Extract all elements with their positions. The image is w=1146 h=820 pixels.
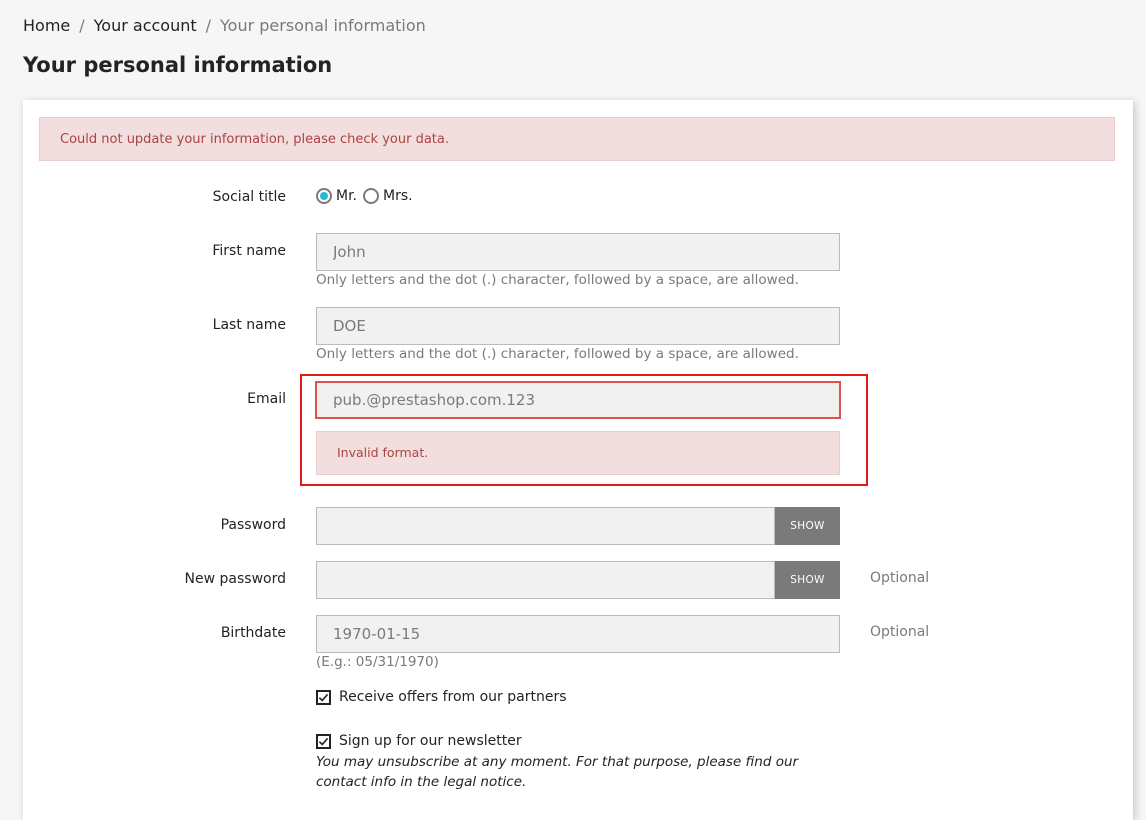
breadcrumb-current: Your personal information: [220, 16, 426, 35]
first-name-help: Only letters and the dot (.) character, …: [316, 272, 799, 288]
newsletter-note: You may unsubscribe at any moment. For t…: [316, 754, 799, 790]
first-name-label: First name: [212, 243, 286, 259]
password-label: Password: [220, 517, 286, 533]
newsletter-row: Sign up for our newsletter: [316, 733, 522, 749]
radio-mrs[interactable]: [363, 188, 379, 204]
partner-offers-label[interactable]: Receive offers from our partners: [339, 689, 567, 705]
partner-offers-row: Receive offers from our partners: [316, 689, 567, 705]
personal-info-form-card: Could not update your information, pleas…: [23, 100, 1133, 820]
new-password-input[interactable]: [316, 561, 775, 599]
radio-mrs-label[interactable]: Mrs.: [383, 188, 413, 204]
breadcrumb-separator: /: [205, 16, 212, 35]
newsletter-label[interactable]: Sign up for our newsletter: [339, 733, 522, 749]
new-password-label: New password: [184, 571, 286, 587]
new-password-show-button[interactable]: SHOW: [775, 561, 840, 599]
checkmark-icon: [318, 693, 329, 702]
email-label: Email: [247, 391, 286, 407]
social-title-radio-group: Mr. Mrs.: [316, 188, 419, 204]
last-name-input[interactable]: [316, 307, 840, 345]
radio-mr[interactable]: [316, 188, 332, 204]
checkmark-icon: [318, 737, 329, 746]
birthdate-label: Birthdate: [220, 625, 286, 641]
birthdate-input[interactable]: [316, 615, 840, 653]
error-alert: Could not update your information, pleas…: [39, 117, 1115, 161]
radio-mr-label[interactable]: Mr.: [336, 188, 357, 204]
breadcrumb-separator: /: [79, 16, 85, 35]
first-name-input[interactable]: [316, 233, 840, 271]
breadcrumb-account-link[interactable]: Your account: [94, 16, 197, 35]
password-input[interactable]: [316, 507, 775, 545]
breadcrumb: Home / Your account / Your personal informat…: [23, 15, 426, 37]
email-error-message: Invalid format.: [316, 431, 840, 475]
email-input[interactable]: [315, 381, 841, 419]
birthdate-help: (E.g.: 05/31/1970): [316, 654, 439, 670]
last-name-label: Last name: [212, 317, 286, 333]
last-name-help: Only letters and the dot (.) character, …: [316, 346, 799, 362]
social-title-label: Social title: [212, 189, 286, 205]
password-show-button[interactable]: SHOW: [775, 507, 840, 545]
birthdate-optional: Optional: [870, 624, 930, 640]
newsletter-checkbox[interactable]: [316, 733, 331, 749]
partner-offers-checkbox[interactable]: [316, 689, 331, 705]
breadcrumb-home-link[interactable]: Home: [23, 16, 70, 35]
new-password-optional: Optional: [870, 570, 930, 586]
page-title: Your personal information: [23, 53, 333, 77]
